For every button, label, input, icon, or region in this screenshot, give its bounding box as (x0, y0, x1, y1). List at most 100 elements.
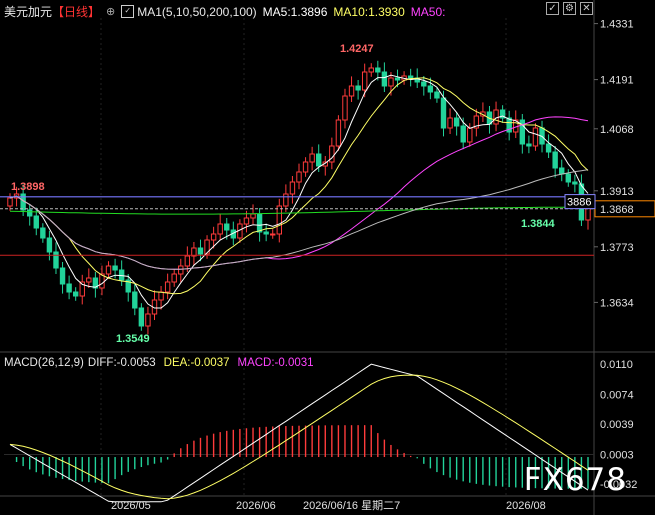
low-annotation: 1.3549 (116, 333, 150, 345)
ma-indicator-icon[interactable]: ✓ (121, 5, 135, 18)
candle-body (559, 167, 565, 175)
candle-body (132, 291, 138, 309)
candle-body (263, 231, 269, 235)
chart-background (0, 0, 655, 515)
candle-body (217, 223, 223, 235)
symbol-name: 美元加元 (4, 5, 53, 19)
candle-body (171, 273, 177, 283)
candle-body (276, 205, 282, 235)
candle-body (40, 227, 46, 239)
watermark: FX678 (523, 462, 627, 498)
high-annotation: 1.4247 (340, 43, 374, 55)
level-annotation: 1.3898 (11, 181, 45, 193)
candle-body (270, 233, 276, 236)
candle-body (7, 197, 13, 207)
candle-body (289, 181, 296, 195)
candle-body (552, 151, 558, 169)
macd-dea: DEA:-0.0037 (163, 357, 230, 369)
checkbox-icon[interactable]: ✓ (546, 2, 559, 15)
macd-value: MACD:-0.0031 (237, 357, 314, 369)
candle-body (407, 75, 414, 79)
candle-body (388, 77, 394, 87)
price-chart[interactable]: 1.4331 1.4191 1.4068 1.3913 1.3773 1.3634 0.01… (0, 0, 655, 515)
candle-body (33, 215, 39, 229)
cursor-price-label: 3886 (567, 197, 591, 209)
candle-body (375, 67, 381, 73)
ma10-value: MA10:1.3930 (333, 4, 405, 19)
candle-body (565, 173, 571, 183)
ma50-value: MA50: (410, 4, 446, 19)
candle-body (86, 277, 92, 283)
candle-body (158, 291, 164, 301)
candle-body (361, 71, 368, 91)
candle-body (164, 281, 171, 293)
candle-body (138, 307, 145, 327)
candle-body (572, 181, 578, 185)
candle-body (532, 127, 539, 147)
candle-body (440, 97, 447, 129)
candle-body (434, 91, 440, 99)
price-tick-label: 1.4068 (600, 124, 634, 136)
macd-tick-label: 0.0039 (600, 419, 634, 431)
candle-body (224, 223, 230, 231)
candle-body (309, 153, 315, 163)
chart-toggle-icon[interactable]: ⊕ (106, 5, 115, 18)
candle-body (453, 117, 460, 127)
macd-tick-label: 0.0110 (600, 359, 633, 371)
candle-body (460, 125, 466, 143)
candle-body (145, 313, 151, 327)
last-low-annotation: 1.3844 (521, 218, 556, 230)
chart-header: 美元加元 【日线】 ⊕ ✓ MA1(5,10,50,200,100) MA5:1… (4, 3, 445, 20)
candle-body (335, 119, 342, 147)
candle-body (243, 217, 250, 225)
candle-body (184, 255, 191, 267)
candle-body (316, 153, 322, 167)
candle-body (250, 213, 256, 219)
candle-body (467, 127, 473, 143)
candle-body (526, 143, 532, 147)
date-axis-label: 2026/08 (506, 500, 546, 512)
candle-body (66, 283, 72, 293)
ma-label: MA1(5,10,50,200,100) (137, 4, 257, 19)
current-price-label: 1.3868 (600, 204, 634, 216)
date-axis-label: 2026/06 (236, 500, 276, 512)
price-tick-label: 1.4191 (600, 75, 634, 87)
candle-body (348, 85, 355, 97)
candle-body (283, 193, 289, 207)
price-tick-label: 1.3634 (600, 297, 634, 309)
period-label[interactable]: 【日线】 (52, 3, 100, 20)
candle-body (296, 171, 302, 183)
candle-body (545, 143, 552, 153)
macd-title: MACD(26,12,9) (4, 357, 84, 369)
candle-body (342, 95, 348, 121)
candle-body (368, 67, 374, 73)
candle-body (59, 267, 66, 285)
candle-body (178, 265, 184, 275)
macd-diff: DIFF:-0.0053 (87, 357, 156, 369)
candle-body (112, 265, 118, 271)
ma5-value: MA5:1.3896 (262, 4, 328, 19)
candle-body (355, 85, 361, 91)
macd-tick-label: 0.0003 (600, 450, 634, 462)
candle-body (421, 81, 427, 87)
date-axis-label: 2026/06/16 星期二7 (303, 499, 400, 512)
candle-body (427, 85, 434, 93)
close-icon[interactable]: ✕ (580, 2, 593, 15)
candle-body (197, 247, 204, 255)
candle-body (118, 269, 125, 281)
macd-tick-label: 0.0074 (600, 390, 634, 402)
candle-body (53, 251, 59, 269)
date-axis-label: 2026/05 (111, 500, 151, 512)
candle-body (394, 77, 401, 81)
candle-body (46, 237, 53, 253)
macd-header: MACD(26,12,9) DIFF:-0.0053 DEA:-0.0037 M… (4, 357, 314, 369)
price-tick-label: 1.3773 (600, 242, 634, 254)
candle-body (447, 117, 453, 129)
price-tick-label: 1.3913 (600, 186, 634, 198)
price-tick-label: 1.4331 (600, 19, 634, 31)
candle-body (381, 71, 388, 87)
candle-body (302, 161, 309, 173)
settings-icon[interactable]: ⚙ (563, 2, 576, 15)
chart-tools: ✓ ⚙ ✕ (546, 2, 593, 15)
candle-body (256, 213, 263, 233)
